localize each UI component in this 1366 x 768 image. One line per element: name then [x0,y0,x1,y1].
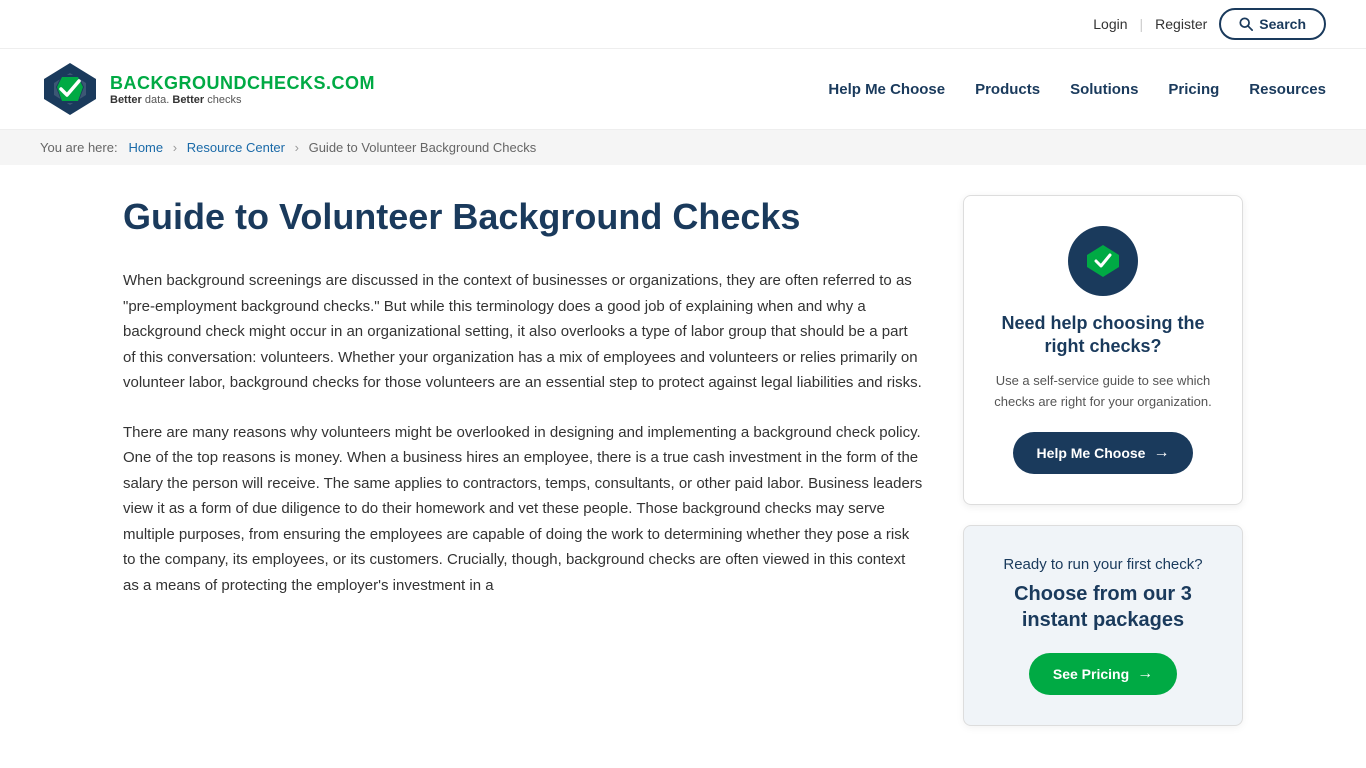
top-bar: Login | Register Search [0,0,1366,49]
sidebar: Need help choosing the right checks? Use… [963,195,1243,726]
nav-products[interactable]: Products [975,81,1040,98]
search-button[interactable]: Search [1219,8,1326,40]
sidebar-card2-heading1: Ready to run your first check? [988,556,1218,573]
see-pricing-label: See Pricing [1053,666,1129,682]
content-wrapper: Guide to Volunteer Background Checks Whe… [83,165,1283,766]
breadcrumb-home[interactable]: Home [128,140,163,155]
main-article: Guide to Volunteer Background Checks Whe… [123,195,923,726]
diamond-check-icon [1084,242,1122,280]
sidebar-card-pricing: Ready to run your first check? Choose fr… [963,525,1243,726]
nav-help-me-choose[interactable]: Help Me Choose [828,81,945,98]
sidebar-card2-heading2: Choose from our 3 instant packages [988,581,1218,633]
logo-icon [40,59,100,119]
sidebar-card1-heading: Need help choosing the right checks? [988,312,1218,359]
article-paragraph-1: When background screenings are discussed… [123,268,923,396]
help-me-choose-button[interactable]: Help Me Choose → [1013,432,1194,474]
search-label: Search [1259,16,1306,32]
nav-links: Help Me Choose Products Solutions Pricin… [828,81,1326,98]
sidebar-card-icon [1068,226,1138,296]
logo-brand-part2: CHECKS.COM [247,73,375,93]
page-title: Guide to Volunteer Background Checks [123,195,923,238]
see-pricing-button[interactable]: See Pricing → [1029,653,1177,695]
register-link[interactable]: Register [1155,16,1207,32]
arrow-right-icon-2: → [1137,665,1153,683]
logo-brand-part1: BACKGROUND [110,73,247,93]
help-me-choose-label: Help Me Choose [1037,445,1146,461]
breadcrumb: You are here: Home › Resource Center › G… [0,130,1366,165]
breadcrumb-sep-1: › [173,140,177,155]
nav-pricing[interactable]: Pricing [1168,81,1219,98]
sidebar-card1-body: Use a self-service guide to see which ch… [988,371,1218,413]
login-link[interactable]: Login [1093,16,1127,32]
divider: | [1140,16,1144,32]
article-paragraph-2: There are many reasons why volunteers mi… [123,420,923,599]
article-body: When background screenings are discussed… [123,268,923,598]
nav-solutions[interactable]: Solutions [1070,81,1138,98]
arrow-right-icon: → [1153,444,1169,462]
logo-tagline: Better data. Better checks [110,94,375,106]
breadcrumb-prefix: You are here: [40,140,118,155]
breadcrumb-resource-center[interactable]: Resource Center [187,140,285,155]
search-icon [1239,17,1253,31]
breadcrumb-current: Guide to Volunteer Background Checks [309,140,537,155]
nav-resources[interactable]: Resources [1249,81,1326,98]
logo-text: BACKGROUNDCHECKS.COM Better data. Better… [110,73,375,106]
sidebar-card-help: Need help choosing the right checks? Use… [963,195,1243,505]
breadcrumb-sep-2: › [295,140,299,155]
main-nav: BACKGROUNDCHECKS.COM Better data. Better… [0,49,1366,130]
logo-brand: BACKGROUNDCHECKS.COM [110,73,375,94]
logo-link[interactable]: BACKGROUNDCHECKS.COM Better data. Better… [40,59,375,119]
